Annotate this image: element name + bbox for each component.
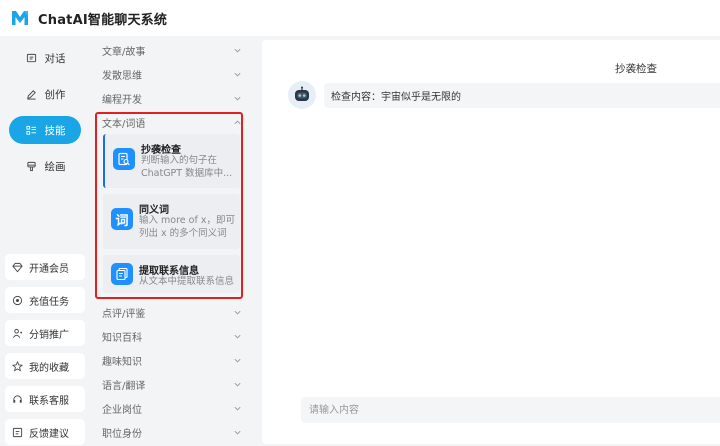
category-item[interactable]: 文章/故事: [102, 40, 242, 60]
bot-avatar: [288, 81, 316, 109]
nav-support-button[interactable]: 联系客服: [5, 386, 85, 412]
nav-recharge-button[interactable]: 充值任务: [5, 287, 85, 313]
skill-category-panel: 文章/故事 发散思维 编程开发 文本/词语 抄袭检查 判断输入的句子在 Chat…: [90, 36, 250, 446]
chevron-down-icon: [234, 96, 241, 100]
chat-main-panel: 抄袭检查 检查内容：宇宙似乎是无限的: [262, 40, 720, 444]
category-label: 企业岗位: [102, 404, 142, 416]
category-label: 知识百科: [102, 332, 142, 344]
nav-item-label: 技能: [44, 124, 66, 137]
nav-favorites-button[interactable]: 我的收藏: [5, 353, 85, 379]
skills-icon: [25, 123, 39, 137]
nav-promotion-button[interactable]: 分销推广: [5, 320, 85, 346]
feedback-icon: [11, 426, 24, 439]
document-search-icon: [113, 148, 135, 170]
category-label: 文本/词语: [102, 118, 146, 130]
chevron-down-icon: [234, 334, 241, 338]
nav-vip-button[interactable]: 开通会员: [5, 254, 85, 280]
app-logo-icon: [12, 11, 28, 25]
recharge-icon: [11, 294, 24, 307]
nav-bottom-label: 分销推广: [29, 329, 69, 341]
nav-bottom-label: 开通会员: [29, 263, 69, 275]
chat-icon: [25, 51, 39, 65]
category-label: 点评/评鉴: [102, 308, 146, 320]
skill-card-extract-contact[interactable]: 提取联系信息 从文本中提取联系信息: [103, 255, 240, 293]
nav-feedback-button[interactable]: 反馈建议: [5, 419, 85, 445]
skill-description: 输入 more of x，即可列出 x 的多个同义词: [139, 215, 235, 239]
chat-input[interactable]: [301, 397, 720, 423]
nav-bottom-label: 充值任务: [29, 296, 69, 308]
chevron-down-icon: [234, 406, 241, 410]
skill-card-plagiarism-check[interactable]: 抄袭检查 判断输入的句子在 ChatGPT 数据库中...: [103, 134, 240, 188]
category-item[interactable]: 点评/评鉴: [102, 302, 242, 322]
nav-item-label: 创作: [44, 88, 66, 101]
user-share-icon: [11, 327, 24, 340]
chevron-down-icon: [234, 430, 241, 434]
category-item[interactable]: 趣味知识: [102, 350, 242, 370]
headset-icon: [11, 393, 24, 406]
nav-item-skills[interactable]: 技能: [9, 116, 81, 144]
nav-item-paint[interactable]: 绘画: [9, 152, 81, 180]
skill-card-synonyms[interactable]: 词 同义词 输入 more of x，即可列出 x 的多个同义词: [103, 194, 240, 249]
edit-icon: [25, 87, 39, 101]
app-title: ChatAI智能聊天系统: [38, 12, 168, 28]
vip-diamond-icon: [11, 261, 24, 274]
nav-item-label: 绘画: [44, 160, 66, 173]
chevron-down-icon: [234, 382, 241, 386]
chevron-up-icon: [234, 120, 241, 124]
chevron-down-icon: [234, 72, 241, 76]
category-label: 职位身份: [102, 428, 142, 440]
app-header: ChatAI智能聊天系统: [0, 0, 720, 36]
chevron-down-icon: [234, 358, 241, 362]
nav-item-label: 对话: [44, 52, 66, 65]
nav-bottom-label: 我的收藏: [29, 362, 69, 374]
skill-description: 从文本中提取联系信息: [139, 276, 235, 287]
contact-card-icon: [111, 263, 133, 285]
category-item[interactable]: 发散思维: [102, 64, 242, 84]
category-item[interactable]: 职位身份: [102, 422, 242, 442]
chat-title: 抄袭检查: [615, 63, 657, 75]
category-item[interactable]: 编程开发: [102, 88, 242, 108]
nav-bottom-label: 联系客服: [29, 395, 69, 407]
category-item-open[interactable]: 文本/词语: [102, 112, 242, 132]
chevron-down-icon: [234, 48, 241, 52]
category-item[interactable]: 企业岗位: [102, 398, 242, 418]
robot-icon: [295, 86, 309, 101]
category-label: 发散思维: [102, 70, 142, 82]
paint-icon: [25, 159, 39, 173]
star-icon: [11, 360, 24, 373]
nav-bottom-label: 反馈建议: [29, 428, 69, 440]
category-label: 编程开发: [102, 94, 142, 106]
category-item[interactable]: 知识百科: [102, 326, 242, 346]
category-item[interactable]: 语言/翻译: [102, 374, 242, 394]
category-label: 趣味知识: [102, 356, 142, 368]
synonym-word-icon: 词: [111, 208, 133, 230]
nav-item-chat[interactable]: 对话: [9, 44, 81, 72]
left-nav: 对话 创作 技能 绘画 开通会员 充值任务 分销推广 我的收藏 联系客服 反馈建…: [0, 36, 90, 446]
chevron-down-icon: [234, 310, 241, 314]
nav-item-create[interactable]: 创作: [9, 80, 81, 108]
category-label: 语言/翻译: [102, 380, 146, 392]
chat-message-bubble: 检查内容：宇宙似乎是无限的: [324, 83, 720, 108]
skill-description: 判断输入的句子在 ChatGPT 数据库中...: [141, 155, 233, 179]
category-label: 文章/故事: [102, 46, 146, 58]
